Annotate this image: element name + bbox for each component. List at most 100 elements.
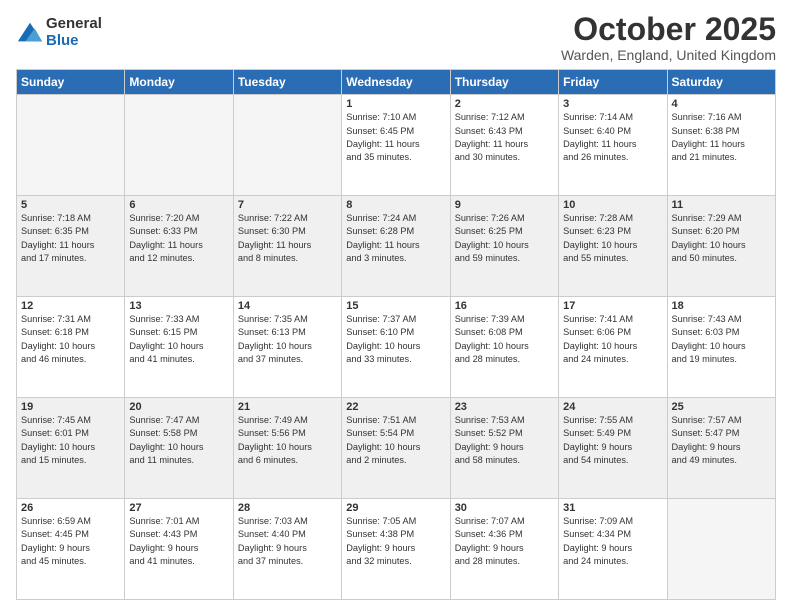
- day-info: Sunrise: 7:45 AMSunset: 6:01 PMDaylight:…: [21, 414, 120, 467]
- calendar-cell-w1-d2: [125, 95, 233, 196]
- header-friday: Friday: [559, 70, 667, 95]
- calendar-cell-w3-d2: 13Sunrise: 7:33 AMSunset: 6:15 PMDayligh…: [125, 297, 233, 398]
- calendar-cell-w3-d6: 17Sunrise: 7:41 AMSunset: 6:06 PMDayligh…: [559, 297, 667, 398]
- day-info: Sunrise: 7:03 AMSunset: 4:40 PMDaylight:…: [238, 515, 337, 568]
- calendar-cell-w3-d1: 12Sunrise: 7:31 AMSunset: 6:18 PMDayligh…: [17, 297, 125, 398]
- day-info: Sunrise: 7:57 AMSunset: 5:47 PMDaylight:…: [672, 414, 771, 467]
- header-monday: Monday: [125, 70, 233, 95]
- week-row-2: 5Sunrise: 7:18 AMSunset: 6:35 PMDaylight…: [17, 196, 776, 297]
- day-number: 21: [238, 401, 337, 413]
- day-number: 22: [346, 401, 445, 413]
- title-block: October 2025 Warden, England, United Kin…: [561, 12, 776, 63]
- day-info: Sunrise: 7:16 AMSunset: 6:38 PMDaylight:…: [672, 111, 771, 164]
- page: General Blue October 2025 Warden, Englan…: [0, 0, 792, 612]
- day-info: Sunrise: 7:47 AMSunset: 5:58 PMDaylight:…: [129, 414, 228, 467]
- header-thursday: Thursday: [450, 70, 558, 95]
- week-row-5: 26Sunrise: 6:59 AMSunset: 4:45 PMDayligh…: [17, 499, 776, 600]
- day-info: Sunrise: 7:22 AMSunset: 6:30 PMDaylight:…: [238, 212, 337, 265]
- day-number: 8: [346, 199, 445, 211]
- calendar-cell-w3-d3: 14Sunrise: 7:35 AMSunset: 6:13 PMDayligh…: [233, 297, 341, 398]
- day-number: 13: [129, 300, 228, 312]
- header-sunday: Sunday: [17, 70, 125, 95]
- day-number: 5: [21, 199, 120, 211]
- day-number: 9: [455, 199, 554, 211]
- calendar-cell-w4-d7: 25Sunrise: 7:57 AMSunset: 5:47 PMDayligh…: [667, 398, 775, 499]
- header-saturday: Saturday: [667, 70, 775, 95]
- calendar-cell-w2-d2: 6Sunrise: 7:20 AMSunset: 6:33 PMDaylight…: [125, 196, 233, 297]
- calendar-cell-w5-d6: 31Sunrise: 7:09 AMSunset: 4:34 PMDayligh…: [559, 499, 667, 600]
- day-info: Sunrise: 6:59 AMSunset: 4:45 PMDaylight:…: [21, 515, 120, 568]
- day-number: 10: [563, 199, 662, 211]
- day-info: Sunrise: 7:41 AMSunset: 6:06 PMDaylight:…: [563, 313, 662, 366]
- calendar-cell-w1-d6: 3Sunrise: 7:14 AMSunset: 6:40 PMDaylight…: [559, 95, 667, 196]
- day-number: 19: [21, 401, 120, 413]
- day-number: 24: [563, 401, 662, 413]
- day-info: Sunrise: 7:14 AMSunset: 6:40 PMDaylight:…: [563, 111, 662, 164]
- calendar-cell-w2-d1: 5Sunrise: 7:18 AMSunset: 6:35 PMDaylight…: [17, 196, 125, 297]
- day-info: Sunrise: 7:31 AMSunset: 6:18 PMDaylight:…: [21, 313, 120, 366]
- header-tuesday: Tuesday: [233, 70, 341, 95]
- logo-blue-text: Blue: [46, 33, 102, 50]
- day-info: Sunrise: 7:28 AMSunset: 6:23 PMDaylight:…: [563, 212, 662, 265]
- calendar-table: Sunday Monday Tuesday Wednesday Thursday…: [16, 69, 776, 600]
- day-info: Sunrise: 7:33 AMSunset: 6:15 PMDaylight:…: [129, 313, 228, 366]
- calendar-cell-w3-d5: 16Sunrise: 7:39 AMSunset: 6:08 PMDayligh…: [450, 297, 558, 398]
- header-wednesday: Wednesday: [342, 70, 450, 95]
- day-info: Sunrise: 7:29 AMSunset: 6:20 PMDaylight:…: [672, 212, 771, 265]
- day-info: Sunrise: 7:12 AMSunset: 6:43 PMDaylight:…: [455, 111, 554, 164]
- day-number: 31: [563, 502, 662, 514]
- day-info: Sunrise: 7:51 AMSunset: 5:54 PMDaylight:…: [346, 414, 445, 467]
- day-info: Sunrise: 7:26 AMSunset: 6:25 PMDaylight:…: [455, 212, 554, 265]
- location: Warden, England, United Kingdom: [561, 47, 776, 63]
- calendar-cell-w5-d2: 27Sunrise: 7:01 AMSunset: 4:43 PMDayligh…: [125, 499, 233, 600]
- day-number: 4: [672, 98, 771, 110]
- week-row-3: 12Sunrise: 7:31 AMSunset: 6:18 PMDayligh…: [17, 297, 776, 398]
- calendar-cell-w2-d4: 8Sunrise: 7:24 AMSunset: 6:28 PMDaylight…: [342, 196, 450, 297]
- calendar-cell-w1-d4: 1Sunrise: 7:10 AMSunset: 6:45 PMDaylight…: [342, 95, 450, 196]
- day-info: Sunrise: 7:55 AMSunset: 5:49 PMDaylight:…: [563, 414, 662, 467]
- day-number: 12: [21, 300, 120, 312]
- calendar-cell-w1-d5: 2Sunrise: 7:12 AMSunset: 6:43 PMDaylight…: [450, 95, 558, 196]
- day-number: 20: [129, 401, 228, 413]
- header: General Blue October 2025 Warden, Englan…: [16, 12, 776, 63]
- calendar-cell-w4-d3: 21Sunrise: 7:49 AMSunset: 5:56 PMDayligh…: [233, 398, 341, 499]
- calendar-cell-w3-d7: 18Sunrise: 7:43 AMSunset: 6:03 PMDayligh…: [667, 297, 775, 398]
- day-info: Sunrise: 7:49 AMSunset: 5:56 PMDaylight:…: [238, 414, 337, 467]
- calendar-cell-w5-d1: 26Sunrise: 6:59 AMSunset: 4:45 PMDayligh…: [17, 499, 125, 600]
- day-number: 6: [129, 199, 228, 211]
- calendar-cell-w4-d4: 22Sunrise: 7:51 AMSunset: 5:54 PMDayligh…: [342, 398, 450, 499]
- logo-general-text: General: [46, 16, 102, 33]
- day-info: Sunrise: 7:07 AMSunset: 4:36 PMDaylight:…: [455, 515, 554, 568]
- calendar-cell-w4-d2: 20Sunrise: 7:47 AMSunset: 5:58 PMDayligh…: [125, 398, 233, 499]
- day-info: Sunrise: 7:10 AMSunset: 6:45 PMDaylight:…: [346, 111, 445, 164]
- day-info: Sunrise: 7:43 AMSunset: 6:03 PMDaylight:…: [672, 313, 771, 366]
- day-number: 17: [563, 300, 662, 312]
- day-number: 23: [455, 401, 554, 413]
- day-number: 14: [238, 300, 337, 312]
- day-number: 1: [346, 98, 445, 110]
- calendar-cell-w1-d7: 4Sunrise: 7:16 AMSunset: 6:38 PMDaylight…: [667, 95, 775, 196]
- calendar-cell-w3-d4: 15Sunrise: 7:37 AMSunset: 6:10 PMDayligh…: [342, 297, 450, 398]
- calendar-cell-w2-d5: 9Sunrise: 7:26 AMSunset: 6:25 PMDaylight…: [450, 196, 558, 297]
- logo-text: General Blue: [46, 16, 102, 49]
- calendar-cell-w2-d7: 11Sunrise: 7:29 AMSunset: 6:20 PMDayligh…: [667, 196, 775, 297]
- calendar-cell-w2-d6: 10Sunrise: 7:28 AMSunset: 6:23 PMDayligh…: [559, 196, 667, 297]
- days-header-row: Sunday Monday Tuesday Wednesday Thursday…: [17, 70, 776, 95]
- day-number: 29: [346, 502, 445, 514]
- day-info: Sunrise: 7:20 AMSunset: 6:33 PMDaylight:…: [129, 212, 228, 265]
- day-number: 3: [563, 98, 662, 110]
- calendar-cell-w2-d3: 7Sunrise: 7:22 AMSunset: 6:30 PMDaylight…: [233, 196, 341, 297]
- day-number: 18: [672, 300, 771, 312]
- day-info: Sunrise: 7:18 AMSunset: 6:35 PMDaylight:…: [21, 212, 120, 265]
- calendar-cell-w5-d7: [667, 499, 775, 600]
- logo-icon: [16, 19, 44, 47]
- day-number: 16: [455, 300, 554, 312]
- calendar-cell-w5-d5: 30Sunrise: 7:07 AMSunset: 4:36 PMDayligh…: [450, 499, 558, 600]
- day-number: 25: [672, 401, 771, 413]
- calendar-cell-w4-d5: 23Sunrise: 7:53 AMSunset: 5:52 PMDayligh…: [450, 398, 558, 499]
- day-number: 15: [346, 300, 445, 312]
- calendar-cell-w5-d4: 29Sunrise: 7:05 AMSunset: 4:38 PMDayligh…: [342, 499, 450, 600]
- day-number: 2: [455, 98, 554, 110]
- day-info: Sunrise: 7:24 AMSunset: 6:28 PMDaylight:…: [346, 212, 445, 265]
- week-row-4: 19Sunrise: 7:45 AMSunset: 6:01 PMDayligh…: [17, 398, 776, 499]
